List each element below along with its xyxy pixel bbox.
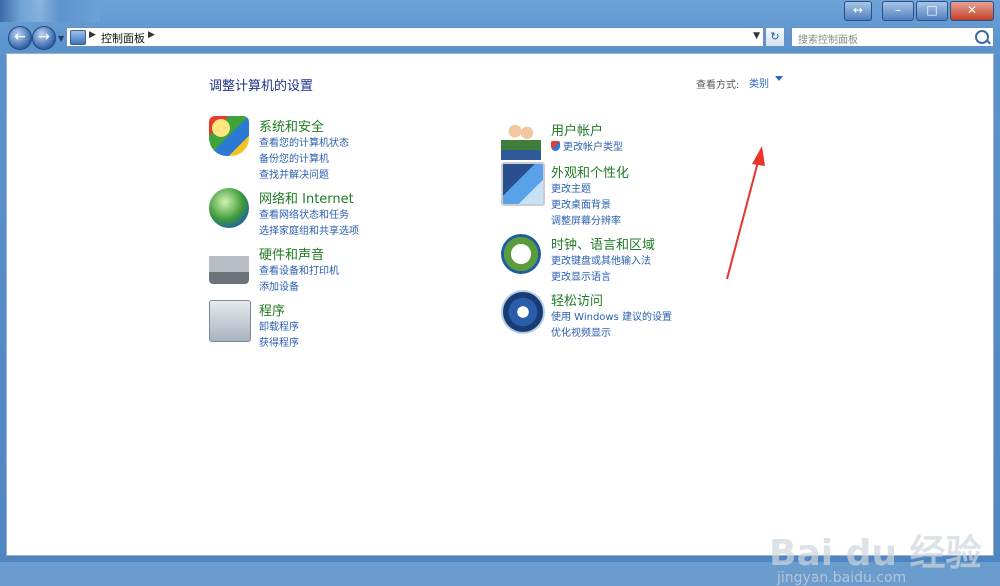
snap-button[interactable]: ↔ bbox=[844, 1, 872, 21]
category-title[interactable]: 时钟、语言和区域 bbox=[551, 234, 655, 253]
category-programs: 程序 卸载程序 获得程序 bbox=[209, 300, 469, 349]
task-link[interactable]: 查看设备和打印机 bbox=[259, 262, 339, 277]
monitor-icon[interactable] bbox=[501, 162, 545, 206]
category-system-security: 系统和安全 查看您的计算机状态 备份您的计算机 查找并解决问题 bbox=[209, 116, 469, 181]
title-bar-glass bbox=[0, 0, 100, 22]
clock-globe-icon[interactable] bbox=[501, 234, 541, 274]
category-network-internet: 网络和 Internet 查看网络状态和任务 选择家庭组和共享选项 bbox=[209, 188, 469, 237]
task-link[interactable]: 调整屏幕分辨率 bbox=[551, 212, 621, 227]
task-link[interactable]: 选择家庭组和共享选项 bbox=[259, 222, 359, 237]
watermark-logo: Bai du 经验 bbox=[769, 533, 982, 574]
category-title[interactable]: 系统和安全 bbox=[259, 116, 324, 135]
page-title: 调整计算机的设置 bbox=[209, 79, 314, 94]
minimize-button[interactable]: – bbox=[882, 1, 914, 21]
users-icon[interactable] bbox=[501, 120, 541, 160]
network-globe-icon[interactable] bbox=[209, 188, 249, 228]
category-title[interactable]: 轻松访问 bbox=[551, 290, 603, 309]
view-by-dropdown[interactable]: 类别 bbox=[749, 75, 769, 90]
task-link[interactable]: 查看网络状态和任务 bbox=[259, 206, 349, 221]
task-link[interactable]: 获得程序 bbox=[259, 334, 299, 349]
forward-button[interactable]: → bbox=[32, 26, 56, 50]
address-bar[interactable]: ▶ 控制面板 ▶ ▼ bbox=[66, 27, 764, 47]
category-title[interactable]: 硬件和声音 bbox=[259, 244, 324, 263]
task-link[interactable]: 优化视频显示 bbox=[551, 324, 611, 339]
address-dropdown-icon[interactable]: ▼ bbox=[753, 31, 760, 41]
refresh-button[interactable]: ↻ bbox=[765, 27, 785, 47]
window-frame: ↔ – □ ✕ ← → ▼ ▶ 控制面板 ▶ ▼ ↻ 搜索控制面板 调整计算机的… bbox=[0, 0, 1000, 586]
control-panel-icon bbox=[70, 30, 86, 45]
printer-icon[interactable] bbox=[209, 244, 249, 284]
back-button[interactable]: ← bbox=[8, 26, 32, 50]
close-button[interactable]: ✕ bbox=[950, 1, 994, 21]
maximize-button[interactable]: □ bbox=[916, 1, 948, 21]
task-link[interactable]: 更改桌面背景 bbox=[551, 196, 611, 211]
task-link[interactable]: 查找并解决问题 bbox=[259, 166, 329, 181]
annotation-arrow bbox=[726, 146, 765, 280]
view-by-label: 查看方式: bbox=[696, 80, 740, 91]
breadcrumb-chevron-icon[interactable]: ▶ bbox=[89, 30, 96, 40]
task-link[interactable]: 更改帐户类型 bbox=[551, 138, 623, 153]
watermark-url: jingyan.baidu.com bbox=[777, 570, 907, 586]
content-pane: 调整计算机的设置 查看方式: 类别 系统和安全 查看您的计算机状态 备份您的计算… bbox=[6, 53, 994, 586]
task-link[interactable]: 备份您的计算机 bbox=[259, 150, 329, 165]
recent-pages-dropdown-icon[interactable]: ▼ bbox=[58, 34, 64, 43]
shield-icon[interactable] bbox=[209, 116, 249, 156]
caption-buttons: ↔ – □ ✕ bbox=[842, 1, 994, 21]
category-hardware-sound: 硬件和声音 查看设备和打印机 添加设备 bbox=[209, 244, 469, 293]
address-row: ← → ▼ ▶ 控制面板 ▶ ▼ ↻ 搜索控制面板 bbox=[0, 22, 1000, 52]
breadcrumb-chevron-icon[interactable]: ▶ bbox=[148, 30, 155, 40]
task-link[interactable]: 添加设备 bbox=[259, 278, 299, 293]
breadcrumb-control-panel[interactable]: 控制面板 bbox=[101, 30, 145, 46]
category-title[interactable]: 用户帐户 bbox=[551, 120, 603, 139]
task-link[interactable]: 更改键盘或其他输入法 bbox=[551, 252, 651, 267]
search-icon[interactable] bbox=[975, 30, 989, 44]
category-title[interactable]: 程序 bbox=[259, 300, 285, 319]
task-link-label: 更改帐户类型 bbox=[563, 142, 623, 153]
task-link[interactable]: 使用 Windows 建议的设置 bbox=[551, 308, 672, 323]
accessibility-icon[interactable] bbox=[501, 290, 545, 334]
task-link[interactable]: 卸载程序 bbox=[259, 318, 299, 333]
search-placeholder: 搜索控制面板 bbox=[798, 35, 858, 46]
chevron-down-icon[interactable] bbox=[775, 76, 783, 81]
programs-icon[interactable] bbox=[209, 300, 251, 342]
uac-shield-icon bbox=[551, 141, 560, 151]
task-link[interactable]: 更改显示语言 bbox=[551, 268, 611, 283]
category-title[interactable]: 网络和 Internet bbox=[259, 188, 354, 207]
search-input[interactable]: 搜索控制面板 bbox=[791, 27, 994, 47]
category-title[interactable]: 外观和个性化 bbox=[551, 162, 629, 181]
category-ease-of-access: 轻松访问 使用 Windows 建议的设置 优化视频显示 bbox=[501, 290, 761, 339]
task-link[interactable]: 更改主题 bbox=[551, 180, 591, 195]
task-link[interactable]: 查看您的计算机状态 bbox=[259, 134, 349, 149]
